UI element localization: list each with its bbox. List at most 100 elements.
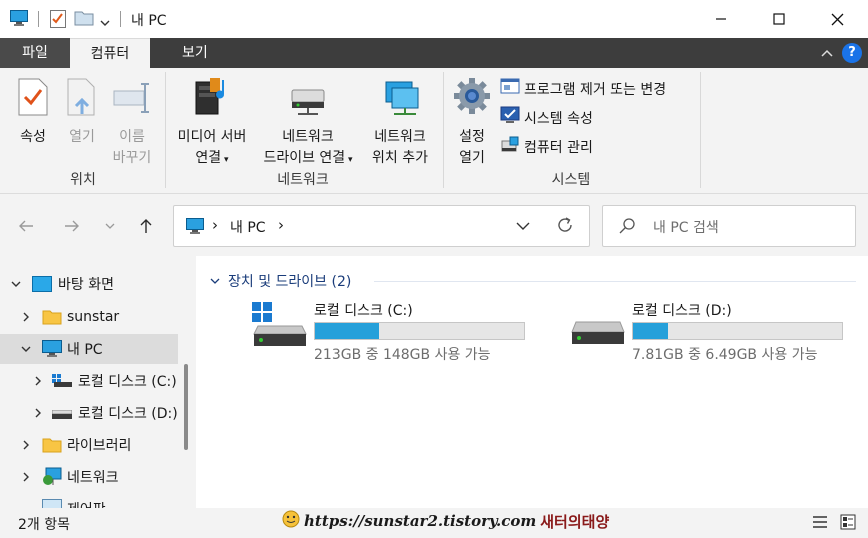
refresh-icon[interactable]	[556, 216, 574, 238]
system-properties-label: 시스템 속성	[524, 111, 593, 127]
group-separator	[700, 72, 701, 188]
rename-icon	[108, 78, 156, 123]
recent-locations-button[interactable]	[98, 214, 122, 238]
group-label-location: 위치	[70, 172, 96, 188]
nav-scrollbar[interactable]	[178, 256, 196, 508]
chevron-right-icon[interactable]	[32, 375, 44, 387]
chevron-right-icon[interactable]	[20, 471, 32, 483]
minimize-button[interactable]	[692, 0, 750, 38]
nav-item-this-pc[interactable]: 내 PC	[0, 334, 178, 364]
nav-item-desktop[interactable]: 바탕 화면	[0, 269, 178, 299]
address-bar[interactable]: › 내 PC ›	[173, 205, 590, 247]
nav-scrollbar-thumb[interactable]	[184, 364, 188, 450]
chevron-right-icon[interactable]	[20, 439, 32, 451]
address-dropdown-icon[interactable]	[516, 220, 530, 235]
nav-label: 로컬 디스크 (C:)	[78, 374, 177, 390]
title-separator	[38, 11, 39, 27]
up-button[interactable]	[134, 214, 158, 238]
nav-item-drive-d[interactable]: 로컬 디스크 (D:)	[0, 398, 178, 428]
nav-item-network[interactable]: 네트워크	[0, 462, 178, 492]
drive-c-name: 로컬 디스크 (C:)	[314, 303, 413, 319]
chevron-down-icon[interactable]	[10, 278, 22, 290]
properties-quick-icon[interactable]	[50, 10, 66, 32]
nav-label: sunstar	[67, 309, 120, 325]
collapse-ribbon-icon[interactable]	[820, 46, 834, 60]
media-server-label-2: 연결	[195, 150, 222, 166]
nav-item-drive-c[interactable]: 로컬 디스크 (C:)	[0, 366, 178, 396]
drive-d-tile[interactable]: 로컬 디스크 (D:) 7.81GB 중 6.49GB 사용 가능	[570, 300, 868, 363]
desktop-folder-icon	[32, 276, 52, 296]
drive-c-icon	[52, 374, 72, 392]
details-view-icon[interactable]	[812, 514, 830, 532]
group-title: 장치 및 드라이브 (2)	[228, 274, 352, 290]
media-server-button[interactable]: 미디어 서버 연결 ▾	[170, 76, 254, 171]
breadcrumb-separator[interactable]: ›	[278, 216, 284, 234]
search-box[interactable]: 내 PC 검색	[602, 205, 856, 247]
nav-label: 제어판	[67, 499, 106, 508]
control-panel-icon	[42, 499, 62, 508]
nav-label: 라이브러리	[67, 438, 132, 454]
watermark: https://sunstar2.tistory.com 새터의태양	[282, 510, 609, 532]
up-arrow-icon	[140, 219, 152, 233]
drive-c-usage-fill	[315, 323, 379, 339]
this-pc-icon[interactable]	[10, 10, 28, 30]
add-location-label-2: 위치 추가	[372, 150, 428, 166]
map-drive-label-1: 네트워크	[282, 129, 334, 145]
rename-button[interactable]: 이름 바꾸기	[108, 78, 156, 169]
add-network-location-button[interactable]: 네트워크 위치 추가	[364, 76, 436, 169]
drive-d-name: 로컬 디스크 (D:)	[632, 303, 732, 319]
breadcrumb-this-pc[interactable]: 내 PC	[230, 217, 266, 237]
navigation-row: › 내 PC › 내 PC 검색	[0, 194, 868, 256]
dropdown-icon: ▾	[221, 155, 229, 165]
open-icon	[62, 78, 102, 123]
folder-icon	[42, 309, 62, 329]
status-bar: 2개 항목 https://sunstar2.tistory.com 새터의태양	[0, 508, 868, 538]
drive-c-tile[interactable]: 로컬 디스크 (C:) 213GB 중 148GB 사용 가능	[252, 300, 552, 363]
drive-d-usage-bar	[632, 322, 843, 340]
drive-d-large-icon	[570, 302, 626, 352]
group-divider	[374, 281, 856, 282]
add-location-label-1: 네트워크	[374, 129, 426, 145]
system-properties-button[interactable]: 시스템 속성	[500, 106, 593, 131]
help-button[interactable]: ?	[842, 43, 862, 63]
group-separator	[165, 72, 166, 188]
chevron-down-icon	[210, 278, 220, 284]
settings-label-2: 열기	[459, 150, 485, 166]
nav-label: 네트워크	[67, 470, 119, 486]
nav-item-control-panel[interactable]: 제어판	[0, 494, 178, 508]
forward-button[interactable]	[60, 214, 84, 238]
tab-computer[interactable]: 컴퓨터	[70, 38, 150, 68]
computer-management-button[interactable]: 컴퓨터 관리	[500, 136, 593, 160]
media-server-label-1: 미디어 서버	[177, 129, 247, 145]
open-button[interactable]: 열기	[62, 78, 102, 148]
nav-label: 바탕 화면	[58, 277, 114, 293]
new-folder-quick-icon[interactable]	[74, 10, 94, 30]
drive-c-large-icon	[252, 302, 308, 352]
chevron-right-icon[interactable]	[20, 311, 32, 323]
quick-access-dropdown-icon[interactable]	[100, 16, 110, 31]
nav-item-libraries[interactable]: 라이브러리	[0, 430, 178, 460]
chevron-down-icon[interactable]	[20, 343, 32, 355]
devices-group-header[interactable]: 장치 및 드라이브 (2)	[210, 271, 351, 291]
properties-button[interactable]: 속성	[12, 78, 54, 148]
tab-file[interactable]: 파일	[0, 38, 70, 68]
nav-item-sunstar[interactable]: sunstar	[0, 302, 178, 332]
chevron-right-icon[interactable]	[32, 407, 44, 419]
back-button[interactable]	[14, 214, 38, 238]
maximize-button[interactable]	[750, 0, 808, 38]
map-network-drive-button[interactable]: 네트워크 드라이브 연결 ▾	[258, 76, 358, 171]
rename-label-2: 바꾸기	[112, 150, 152, 166]
network-icon	[42, 467, 62, 491]
tab-view[interactable]: 보기	[166, 38, 224, 68]
ribbon-tabs: 파일 컴퓨터 보기 ?	[0, 38, 868, 68]
breadcrumb-separator[interactable]: ›	[212, 216, 218, 234]
nav-label: 로컬 디스크 (D:)	[78, 406, 178, 422]
watermark-url: https://sunstar2.tistory.com	[304, 512, 537, 530]
this-pc-icon	[186, 218, 204, 238]
close-button[interactable]	[808, 0, 866, 38]
open-settings-button[interactable]: 설정 열기	[450, 76, 494, 169]
close-icon	[831, 13, 843, 25]
large-icons-view-icon[interactable]	[840, 514, 858, 532]
uninstall-program-button[interactable]: 프로그램 제거 또는 변경	[500, 78, 666, 102]
computer-management-icon	[500, 135, 520, 161]
